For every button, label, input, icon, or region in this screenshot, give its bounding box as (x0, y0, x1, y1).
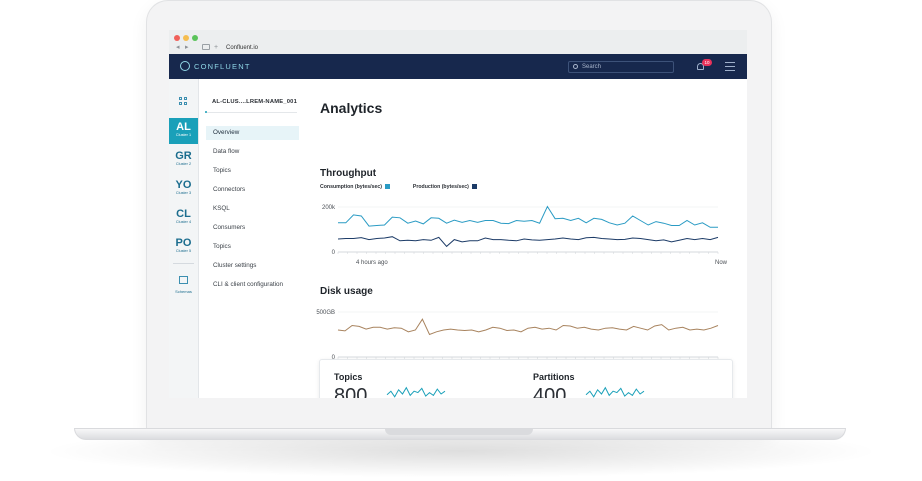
partitions-card-title: Partitions (533, 372, 575, 382)
page-title: Analytics (320, 100, 383, 116)
address-bar-url[interactable]: Confluent.io (226, 45, 258, 52)
sparkline-path (386, 386, 446, 398)
subnav-item-cluster-settings[interactable]: Cluster settings (206, 259, 299, 273)
cluster-sub: Cluster 4 (175, 220, 192, 224)
cluster-status-dot (205, 111, 207, 113)
throughput-chart: 200k 0 4 hours ago Now (322, 205, 728, 266)
confluent-logo-icon (180, 61, 190, 71)
cluster-name: AL-CLUS....LREM-NAME_001 (212, 99, 297, 105)
series-line-0 (337, 318, 719, 336)
schemas-label: Schemas (175, 289, 192, 294)
search-placeholder: Search (582, 64, 602, 70)
cluster-item-al[interactable]: AL Cluster 1 (169, 118, 198, 144)
series-line-1 (337, 236, 719, 248)
rail-divider (173, 263, 194, 264)
logo-text: CONFLUENT (194, 62, 251, 71)
topics-sparkline (386, 386, 446, 398)
cluster-sub: Cluster 2 (175, 162, 192, 166)
laptop-screen: ◂ ▸ + Confluent.io CONFLUENT Search 10 A… (169, 30, 747, 398)
disk-usage-title: Disk usage (320, 286, 373, 297)
y-tick-label: 500GB (316, 310, 335, 316)
schemas-link[interactable]: Schemas (169, 271, 198, 295)
maximize-window-dot[interactable] (192, 35, 198, 41)
subnav-item-topics[interactable]: Topics (206, 164, 299, 178)
subnav-item-overview[interactable]: Overview (206, 126, 299, 140)
cluster-name-divider (205, 112, 297, 113)
subnav-item-topics-2[interactable]: Topics (206, 240, 299, 254)
y-tick-label: 200k (322, 205, 336, 211)
hamburger-menu-icon[interactable] (725, 62, 735, 74)
search-icon (573, 64, 578, 69)
main-content: Analytics Throughput Consumption (bytes/… (306, 79, 747, 398)
subnav-item-data-flow[interactable]: Data flow (206, 145, 299, 159)
subnav-item-connectors[interactable]: Connectors (206, 183, 299, 197)
throughput-legend: Consumption (bytes/sec) Production (byte… (320, 184, 477, 191)
topics-card-value: 800 (334, 385, 368, 398)
cluster-abbr: CL (176, 208, 191, 220)
close-window-dot[interactable] (174, 35, 180, 41)
back-arrow-icon[interactable]: ◂ (176, 44, 180, 52)
legend-production-swatch (471, 184, 477, 189)
laptop-hinge (385, 429, 533, 435)
cluster-item-gr[interactable]: GR Cluster 2 (169, 147, 198, 173)
app-header: CONFLUENT Search 10 (169, 54, 747, 79)
new-tab-icon[interactable]: + (214, 44, 218, 52)
throughput-title: Throughput (320, 168, 377, 179)
partitions-card-value: 400 (533, 385, 567, 398)
cluster-abbr: GR (175, 150, 192, 162)
subnav-item-consumers[interactable]: Consumers (206, 221, 299, 235)
subnav-item-cli-config[interactable]: CLI & client configuration (206, 278, 299, 292)
schemas-icon (179, 276, 188, 284)
topics-card-title: Topics (334, 372, 363, 382)
notification-count-badge: 10 (702, 59, 712, 66)
subnav-item-ksql[interactable]: KSQL (206, 202, 299, 216)
stats-card: Topics 800 Partitions 400 (319, 359, 733, 398)
cluster-sub: Cluster 5 (175, 249, 192, 253)
legend-consumption-label: Consumption (bytes/sec) (320, 184, 382, 190)
legend-consumption-swatch (384, 184, 390, 189)
tabs-icon[interactable] (202, 44, 210, 50)
cluster-sub: Cluster 1 (175, 133, 192, 137)
browser-chrome: ◂ ▸ + Confluent.io (169, 30, 747, 55)
cluster-abbr: YO (175, 179, 192, 191)
cluster-rail: AL Cluster 1 GR Cluster 2 YO Cluster 3 C… (169, 79, 199, 398)
grid-dashboard-icon[interactable] (179, 97, 188, 106)
cluster-item-yo[interactable]: YO Cluster 3 (169, 176, 198, 202)
cluster-sub: Cluster 3 (175, 191, 192, 195)
series-line-0 (338, 205, 718, 228)
cluster-abbr: PO (175, 237, 192, 249)
cluster-item-cl[interactable]: CL Cluster 4 (169, 205, 198, 231)
x-end-label: Now (715, 260, 728, 266)
y-tick-label: 0 (332, 250, 336, 256)
laptop-shadow (40, 440, 882, 478)
search-input[interactable]: Search (568, 61, 674, 73)
cluster-subnav: AL-CLUS....LREM-NAME_001 Overview Data f… (199, 79, 305, 398)
forward-arrow-icon[interactable]: ▸ (185, 44, 189, 52)
legend-production-label: Production (bytes/sec) (412, 184, 469, 190)
x-start-label: 4 hours ago (356, 260, 388, 266)
sparkline-path (585, 386, 645, 398)
partitions-sparkline (585, 386, 645, 398)
cluster-abbr: AL (176, 121, 191, 133)
cluster-item-po[interactable]: PO Cluster 5 (169, 234, 198, 260)
minimize-window-dot[interactable] (183, 35, 189, 41)
